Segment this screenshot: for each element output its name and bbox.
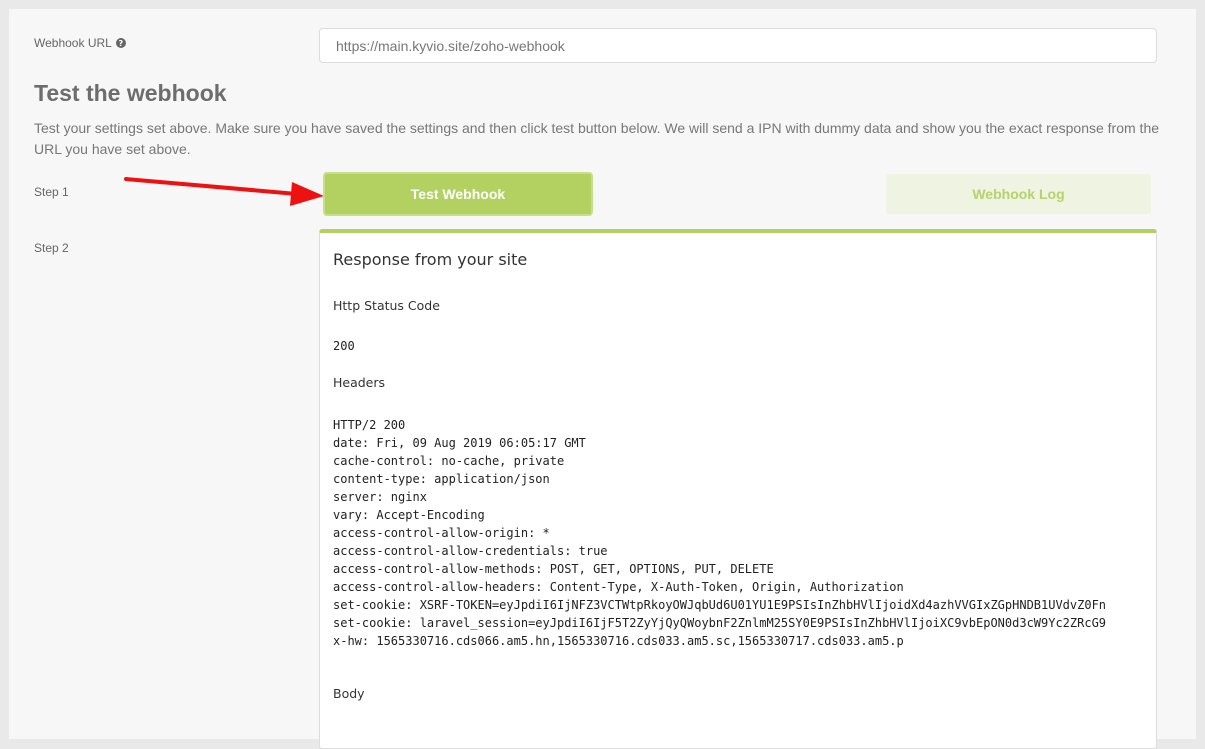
- header-line: date: Fri, 09 Aug 2019 06:05:17 GMT: [333, 436, 586, 450]
- headers-heading: Headers: [333, 375, 386, 390]
- headers-list: HTTP/2 200 date: Fri, 09 Aug 2019 06:05:1…: [333, 416, 1148, 650]
- webhook-url-input[interactable]: [319, 28, 1157, 63]
- header-line: access-control-allow-headers: Content-Ty…: [333, 580, 904, 594]
- header-line: access-control-allow-origin: *: [333, 526, 550, 540]
- header-line: server: nginx: [333, 490, 427, 504]
- header-line: vary: Accept-Encoding: [333, 508, 485, 522]
- header-line: set-cookie: XSRF-TOKEN=eyJpdiI6IjNFZ3VCT…: [333, 598, 1107, 612]
- header-line: access-control-allow-credentials: true: [333, 544, 608, 558]
- status-code-value: 200: [333, 339, 355, 353]
- header-line: content-type: application/json: [333, 472, 550, 486]
- header-line: x-hw: 1565330716.cds066.am5.hn,156533071…: [333, 634, 904, 648]
- body-heading: Body: [333, 686, 365, 701]
- webhook-url-label: Webhook URL ?: [34, 36, 126, 50]
- header-line: access-control-allow-methods: POST, GET,…: [333, 562, 774, 576]
- step2-label: Step 2: [34, 241, 69, 255]
- webhook-log-button[interactable]: Webhook Log: [886, 174, 1151, 214]
- question-circle-icon[interactable]: ?: [115, 38, 126, 48]
- test-webhook-button[interactable]: Test Webhook: [323, 172, 593, 216]
- section-description: Test your settings set above. Make sure …: [34, 120, 1160, 157]
- step1-label: Step 1: [34, 185, 69, 199]
- header-line: HTTP/2 200: [333, 418, 406, 432]
- response-title: Response from your site: [333, 250, 528, 269]
- webhook-url-label-text: Webhook URL: [34, 36, 112, 50]
- section-title: Test the webhook: [34, 80, 227, 106]
- response-panel: Response from your site Http Status Code…: [319, 229, 1157, 749]
- header-line: set-cookie: laravel_session=eyJpdiI6IjF5…: [333, 616, 1107, 630]
- status-code-heading: Http Status Code: [333, 298, 440, 313]
- header-line: cache-control: no-cache, private: [333, 454, 565, 468]
- red-arrow-icon: [124, 177, 324, 206]
